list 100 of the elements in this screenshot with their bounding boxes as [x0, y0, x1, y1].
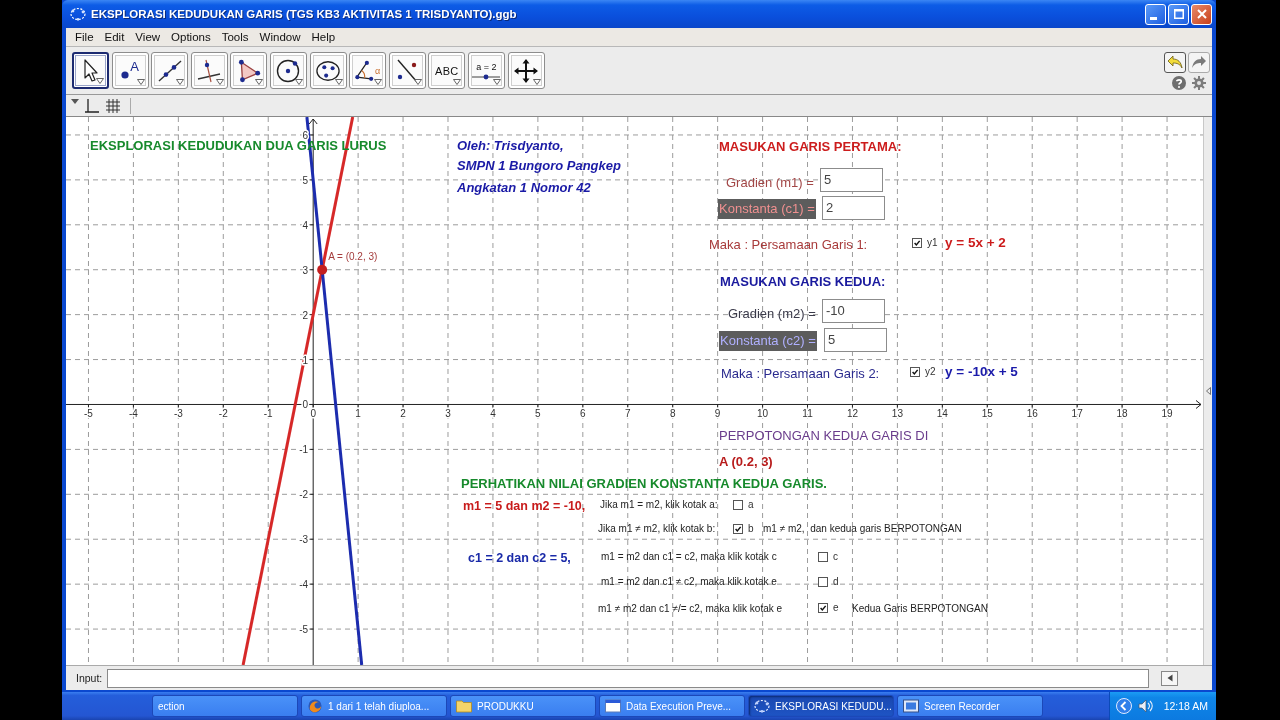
tool-button[interactable] — [388, 52, 426, 89]
tick-label: 4 — [490, 408, 496, 420]
taskbar-button[interactable]: 1 dari 1 telah diuploa... — [301, 695, 447, 717]
input-field[interactable]: 2 — [822, 196, 885, 220]
answer-text: Kedua Garis BERPOTONGAN — [852, 603, 988, 615]
grid-icon[interactable] — [105, 97, 121, 114]
input-field[interactable]: 5 — [820, 168, 883, 192]
menu-item[interactable]: Help — [306, 31, 341, 43]
window-icon — [605, 699, 621, 713]
ellipse-icon — [754, 699, 770, 713]
gradient-summary: m1 = 5 dan m2 = -10, — [463, 498, 586, 514]
checkbox-label: y1 — [927, 237, 938, 249]
redo-button[interactable] — [1188, 51, 1210, 73]
tool-button[interactable] — [151, 52, 189, 89]
menu-item[interactable]: Window — [254, 31, 306, 43]
tick-label: -5 — [84, 408, 93, 420]
caret-icon — [96, 78, 104, 84]
checkbox[interactable] — [818, 552, 828, 562]
tool-button[interactable] — [190, 52, 228, 89]
taskbar-button[interactable]: Screen Recorder — [897, 695, 1043, 717]
question-text: m1 = m2 dan c1 = c2, maka klik kotak c — [601, 551, 777, 563]
point-marker — [317, 264, 328, 275]
caret-icon — [453, 79, 462, 85]
tick-label: 1 — [355, 408, 361, 420]
equation-text: y = -10x + 5 — [945, 364, 1018, 380]
question-text: m1 = m2 dan c1 ≠ c2, maka klik kotak e — [601, 576, 777, 588]
section-heading: MASUKAN GARIS KEDUA: — [720, 274, 886, 290]
caret-icon — [532, 79, 541, 85]
tick-label: 19 — [1161, 408, 1173, 420]
folder-icon — [456, 699, 472, 713]
taskbar-button[interactable]: Data Execution Preve... — [599, 695, 745, 717]
checkbox[interactable] — [910, 367, 920, 377]
input-field[interactable] — [107, 668, 1150, 688]
question-text: Jika m1 ≠ m2, klik kotak b: — [598, 523, 716, 535]
question-text: m1 ≠ m2 dan c1 ≠/= c2, maka klik kotak e — [598, 603, 783, 615]
tool-button[interactable] — [230, 52, 268, 89]
answer-text: m1 ≠ m2, dan kedua garis BERPOTONGAN — [763, 523, 962, 535]
menu-item[interactable]: Options — [165, 31, 217, 43]
tick-label: 13 — [891, 408, 903, 420]
minimize-button[interactable] — [1145, 3, 1166, 25]
checkbox[interactable] — [818, 577, 828, 587]
tool-button[interactable]: a = 2 — [467, 52, 505, 89]
menu-item[interactable]: Tools — [216, 31, 255, 43]
minimize-icon — [1149, 16, 1157, 20]
author-text: SMPN 1 Bungoro Pangkep — [457, 158, 621, 174]
help-icon[interactable] — [1172, 75, 1186, 90]
checkbox[interactable] — [733, 524, 743, 534]
checkbox[interactable] — [733, 500, 743, 510]
undo-button[interactable] — [1164, 51, 1186, 73]
tick-label: 1 — [302, 354, 309, 366]
field-label: Konstanta (c1) = — [718, 199, 816, 219]
tick-label: 9 — [714, 408, 721, 420]
section-heading: MASUKAN GARIS PERTAMA: — [719, 139, 902, 155]
point-icon — [121, 71, 130, 79]
field-label: Gradien (m2) = — [727, 305, 817, 323]
tool-button[interactable]: ABC — [428, 52, 466, 89]
axes-icon[interactable] — [84, 97, 100, 114]
tool-button[interactable] — [309, 52, 347, 89]
result-label: Maka : Persamaan Garis 1: — [708, 236, 869, 254]
tool-button[interactable]: A — [111, 52, 149, 89]
checkbox[interactable] — [912, 238, 922, 248]
checkbox[interactable] — [818, 603, 828, 613]
chevron-icon[interactable] — [1115, 698, 1132, 714]
menu-item[interactable]: Edit — [99, 31, 130, 43]
circle-icon — [276, 58, 301, 83]
maximize-button[interactable] — [1168, 3, 1189, 25]
question-text: Jika m1 = m2, klik kotak a: — [600, 499, 718, 511]
tool-button[interactable] — [72, 52, 109, 89]
tool-button[interactable] — [269, 52, 307, 89]
tick-label: 11 — [802, 408, 813, 420]
taskbar-button[interactable]: EKSPLORASI KEDUDU... — [748, 695, 894, 717]
toggle-button[interactable] — [1161, 670, 1179, 686]
input-field[interactable]: -10 — [822, 299, 885, 323]
checkbox-label: e — [833, 602, 839, 614]
tick-label: 18 — [1116, 408, 1128, 420]
clock: 12:18 AM — [1163, 700, 1208, 712]
constant-summary: c1 = 2 dan c2 = 5, — [468, 550, 571, 566]
tool-button[interactable]: α — [349, 52, 387, 89]
checkbox-label: d — [833, 576, 839, 588]
tick-label: 6 — [302, 129, 309, 141]
caret-icon[interactable] — [71, 99, 79, 104]
menu-item[interactable]: View — [129, 31, 166, 43]
taskbar-button[interactable]: ection — [152, 695, 298, 717]
tick-label: 6 — [580, 408, 586, 420]
tick-label: 4 — [302, 219, 309, 231]
field-label: Konstanta (c2) = — [719, 331, 817, 351]
menu-item[interactable]: File — [69, 31, 100, 43]
close-icon — [1196, 9, 1207, 19]
close-button[interactable] — [1191, 3, 1212, 25]
equation-text: y = 5x + 2 — [945, 235, 1006, 251]
settings-icon[interactable] — [1192, 75, 1206, 90]
tick-label: 2 — [302, 309, 309, 321]
speaker-icon[interactable] — [1137, 699, 1154, 713]
triangle-icon[interactable] — [1205, 387, 1211, 395]
input-field[interactable]: 5 — [824, 328, 887, 352]
undo-icon — [1167, 55, 1183, 69]
tick-label: 7 — [625, 408, 631, 420]
tool-button[interactable] — [507, 52, 545, 89]
intersection-point: A (0.2, 3) — [719, 454, 773, 470]
tick-label: 12 — [846, 408, 858, 420]
